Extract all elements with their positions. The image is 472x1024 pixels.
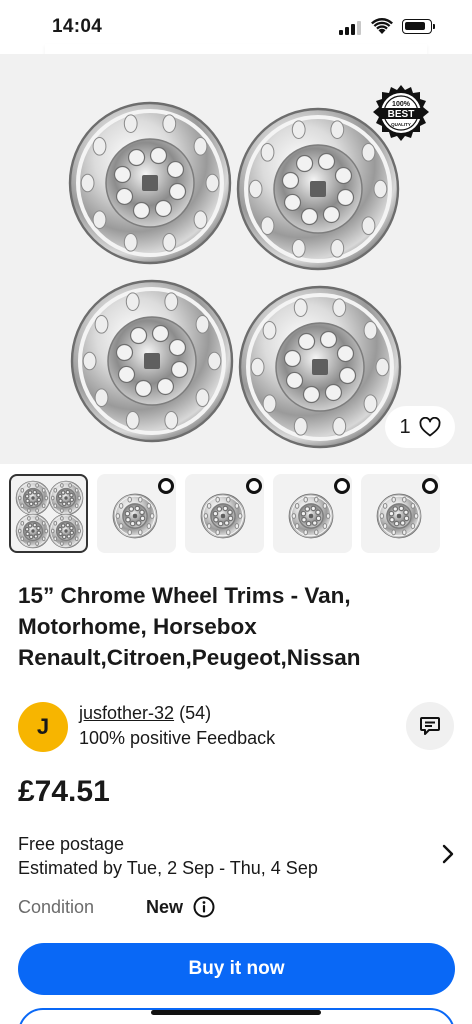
thumbnail-3[interactable] [185,474,264,553]
svg-text:QUALITY: QUALITY [391,122,411,127]
home-indicator[interactable] [151,1010,321,1015]
chevron-right-icon [442,844,454,864]
buy-it-now-button[interactable]: Buy it now [18,943,455,995]
best-quality-badge: 100% BEST QUALITY [373,85,429,141]
product-image[interactable] [62,99,412,454]
shipping-row[interactable]: Free postage Estimated by Tue, 2 Sep - T… [18,832,458,884]
condition-value: New [146,896,184,917]
status-time: 14:04 [52,16,103,37]
thumbnail-1[interactable] [9,474,88,553]
thumbnail-strip [0,474,472,558]
watchlist-button[interactable]: 1 [385,406,455,448]
seller-feedback: 100% positive Feedback [79,728,276,748]
shipping-cost: Free postage [18,834,125,854]
svg-text:100%: 100% [392,101,411,108]
seller-avatar[interactable]: J [18,702,68,752]
heart-icon [419,417,441,437]
message-icon [420,717,440,735]
seller-score: (54) [179,703,212,723]
thumbnail-2[interactable] [97,474,176,553]
seller-name-link[interactable]: jusfother-32 [79,703,174,723]
battery-level [405,22,425,30]
thumbnail-5[interactable] [361,474,440,553]
seller-info: J jusfother-32 (54) 100% positive Feedba… [18,700,458,754]
image-gallery[interactable]: 100% BEST QUALITY 1 [0,54,472,464]
message-seller-button[interactable] [406,702,454,750]
delivery-estimate: Estimated by Tue, 2 Sep - Thu, 4 Sep [18,858,318,878]
info-icon[interactable] [193,896,215,918]
like-count: 1 [399,415,411,438]
battery-icon [402,19,435,34]
listing-title: 15” Chrome Wheel Trims - Van, Motorhome,… [18,583,361,670]
thumbnail-4[interactable] [273,474,352,553]
price: £74.51 [18,775,110,808]
wifi-icon [371,18,393,34]
svg-text:BEST: BEST [388,109,415,120]
condition-row: Condition New [18,896,215,918]
condition-label: Condition [18,896,95,917]
signal-icon [339,21,361,35]
